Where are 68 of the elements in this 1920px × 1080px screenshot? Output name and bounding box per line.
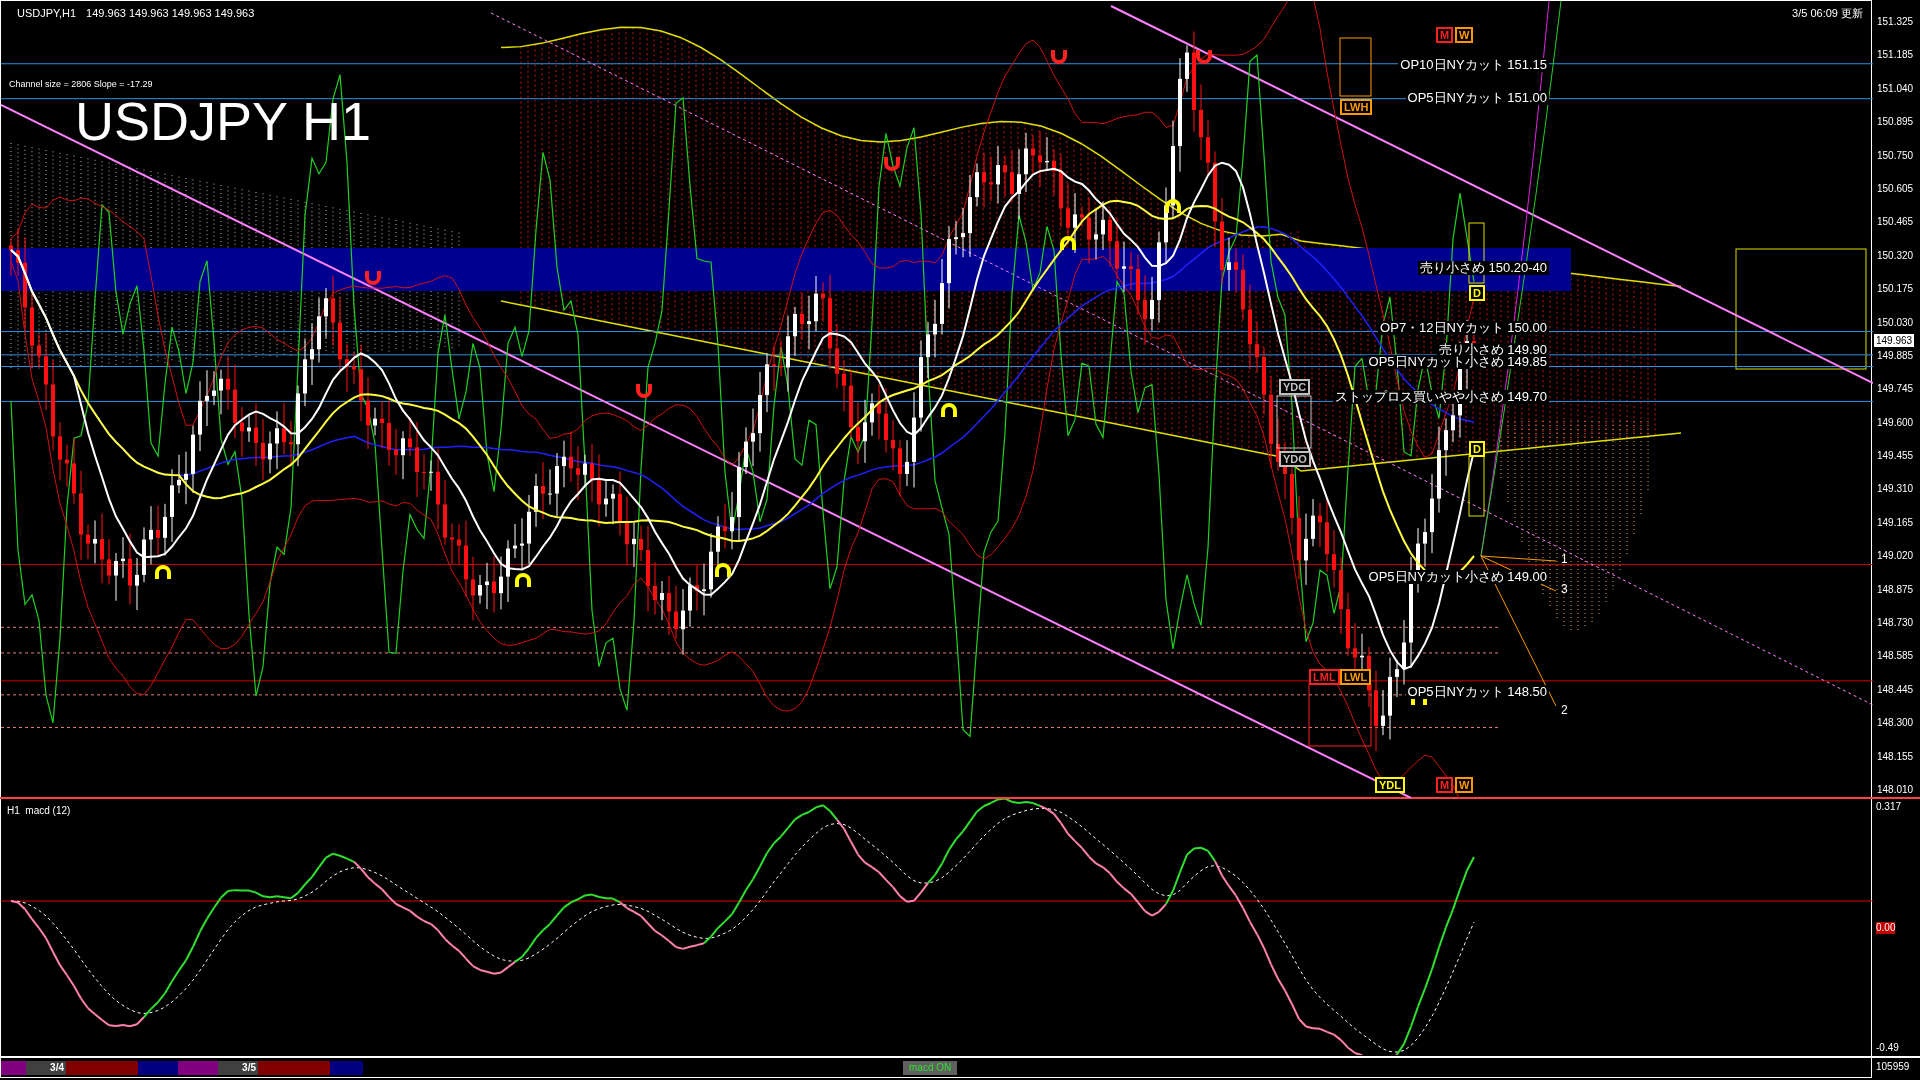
price-tick: 148.585: [1877, 649, 1915, 664]
price-tick: 150.750: [1877, 148, 1915, 163]
level-tag: D: [1469, 285, 1485, 301]
level-tag: YDO: [1279, 451, 1311, 467]
session-segment: 3/4: [26, 1060, 66, 1075]
cup-marker-icon: [884, 157, 900, 171]
price-tick: 150.320: [1877, 248, 1915, 263]
range-box: [1276, 395, 1312, 449]
wave-label: 2: [1561, 704, 1568, 716]
channel-info: Channel size = 2806 Slope = -17.29: [9, 79, 153, 90]
cup-marker-icon: [636, 384, 652, 398]
annotation-label: OP5日NYカット 148.50: [1405, 685, 1549, 699]
session-segment: 3/5: [218, 1060, 258, 1075]
level-tag: YDC: [1279, 379, 1311, 395]
annotation-label: OP10日NYカット 151.15: [1398, 58, 1549, 72]
annotation-label: OP5日NYカット小さめ 149.85: [1366, 355, 1549, 369]
price-tick: 150.895: [1877, 115, 1915, 130]
annotation-label: ストップロス買いやや小さめ 149.70: [1332, 390, 1549, 404]
price-tick: 149.745: [1877, 382, 1915, 397]
macd-tick: 0.00: [1876, 921, 1896, 934]
level-tag: W: [1455, 777, 1474, 793]
price-tick: 149.310: [1877, 482, 1915, 497]
update-time: 3/5 06:09 更新: [1792, 6, 1863, 21]
macd-tick: -0.49: [1876, 1042, 1900, 1054]
price-tick: 148.155: [1877, 749, 1915, 764]
level-tag: LML: [1309, 669, 1340, 685]
indicator-label: H1 macd (12): [7, 804, 71, 818]
price-tick: 148.300: [1877, 716, 1915, 731]
price-tick: 149.455: [1877, 449, 1915, 464]
macd-toggle-button[interactable]: macd ON: [903, 1060, 958, 1075]
wave-label: 1: [1561, 553, 1568, 565]
symbol-label: USDJPY,H1: [17, 6, 77, 21]
price-tick: 150.465: [1877, 215, 1915, 230]
level-tag: D: [1469, 441, 1485, 457]
annotation-label: OP5日NYカット 151.00: [1405, 91, 1549, 105]
price-tick: 148.730: [1877, 616, 1915, 631]
wave-label: 3: [1561, 583, 1568, 595]
ohlc-readout: 149.963 149.963 149.963 149.963: [86, 6, 255, 21]
price-tick: 151.040: [1877, 81, 1915, 96]
price-tick: 148.010: [1877, 783, 1915, 797]
range-box: [1468, 455, 1485, 517]
price-tick: 149.600: [1877, 415, 1915, 430]
price-tick: 149.020: [1877, 549, 1915, 564]
price-tick: 151.185: [1877, 48, 1915, 63]
current-price-label: 149.963: [1874, 334, 1915, 347]
level-tag: W: [1455, 27, 1474, 43]
cup-marker-icon: [365, 271, 381, 285]
price-tick: 149.885: [1877, 348, 1915, 363]
range-box: [1339, 37, 1372, 97]
price-tick: 150.605: [1877, 181, 1915, 196]
macd-tick: 0.317: [1876, 801, 1903, 813]
volume-readout: 105959: [1875, 1060, 1911, 1074]
annotation-label: OP7・12日NYカット 150.00: [1378, 321, 1549, 335]
level-tag: M: [1436, 27, 1454, 43]
level-tag: YDL: [1375, 777, 1405, 793]
price-tick: 148.875: [1877, 582, 1915, 597]
price-tick: 149.165: [1877, 515, 1915, 530]
price-tick: 150.030: [1877, 315, 1915, 330]
level-tag: LWH: [1340, 99, 1373, 115]
annotation-label: OP5日NYカット小さめ 149.00: [1366, 570, 1549, 584]
price-tick: 151.325: [1877, 15, 1915, 29]
level-tag: M: [1436, 777, 1454, 793]
level-tag: LWL: [1340, 669, 1372, 685]
cup-marker-icon: [1051, 50, 1067, 64]
price-tick: 148.445: [1877, 682, 1915, 697]
annotation-label: 売り小さめ 150.20-40: [1417, 261, 1549, 275]
cup-marker-icon: [1196, 50, 1212, 64]
price-tick: 150.175: [1877, 282, 1915, 297]
